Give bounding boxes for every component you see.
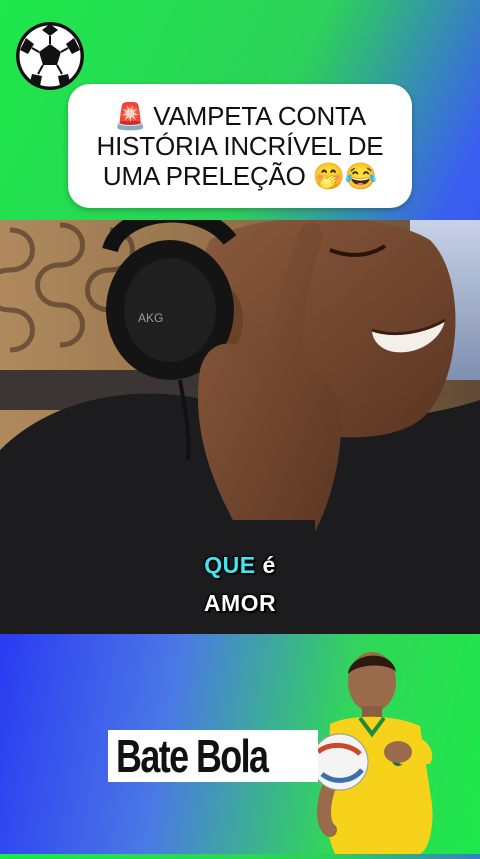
caption-line-1: QUE é: [0, 552, 480, 579]
caption-word: é: [262, 552, 276, 578]
caption-line-2: AMOR: [203, 590, 277, 616]
soccer-ball-icon: [16, 22, 84, 90]
title-line-1: 🚨 VAMPETA CONTA: [114, 101, 366, 131]
brand-text: Bate Bola: [116, 730, 269, 782]
brand-label: Bate Bola: [108, 730, 319, 782]
caption-highlight-word: QUE: [204, 552, 256, 578]
title-card: 🚨 VAMPETA CONTA HISTÓRIA INCRÍVEL DE UMA…: [68, 84, 412, 208]
title-line-3: UMA PRELEÇÃO 🤭😂: [102, 161, 378, 191]
title-line-2: HISTÓRIA INCRÍVEL DE: [96, 131, 384, 161]
headphones-brand-label: AKG: [138, 311, 163, 325]
match-ball-icon: [311, 733, 369, 791]
